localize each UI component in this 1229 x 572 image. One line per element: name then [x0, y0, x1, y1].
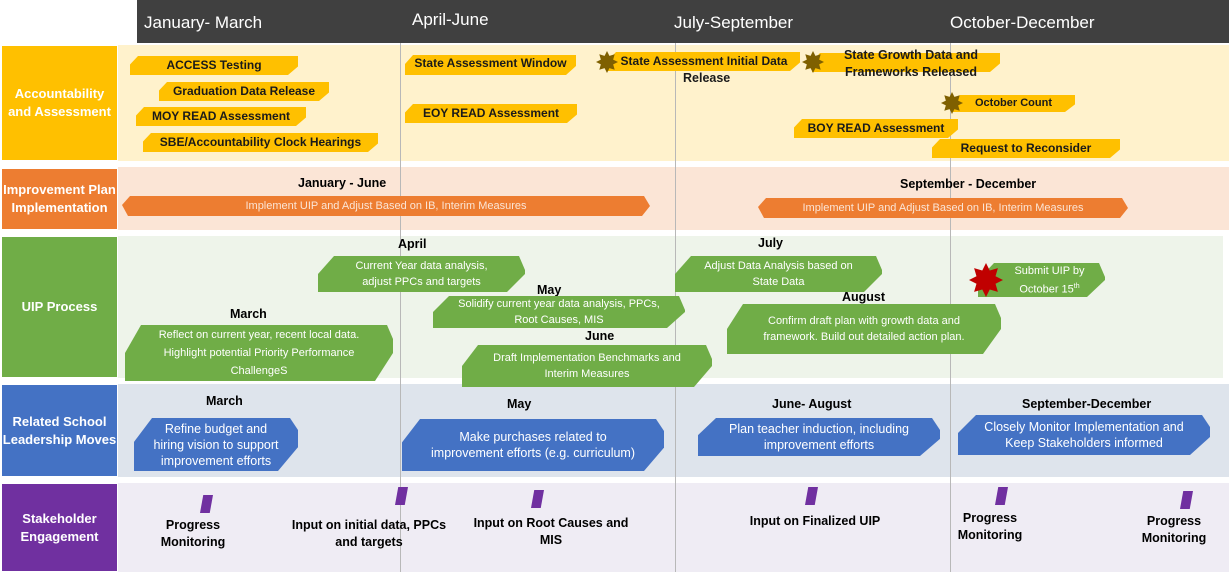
- event-boy-read-assessment: BOY READ Assessment: [794, 119, 958, 138]
- engagement-event: Input on Finalized UIP: [749, 514, 881, 528]
- quarter-label-q3: July-September: [674, 13, 794, 32]
- uip-step: Current Year data analysis, adjust PPCs …: [318, 256, 525, 292]
- implementation-period-title: January - June: [298, 176, 387, 190]
- lane-label-stakeholder: Stakeholder Engagement: [2, 484, 117, 571]
- uip-step: Adjust Data Analysis based on State Data: [675, 256, 882, 292]
- lane-label-leadership: Related School Leadership Moves: [2, 385, 117, 476]
- leadership-period: September-December: [1022, 397, 1152, 411]
- event-state-assessment-initial-data: State Assessment Initial Data: [608, 52, 800, 71]
- event-graduation-data-release: Graduation Data Release: [159, 82, 329, 101]
- quarter-header: January- March April-June July-September…: [137, 0, 1229, 43]
- event-moy-read-assessment: MOY READ Assessment: [136, 107, 306, 126]
- event-state-assessment-window: State Assessment Window: [405, 55, 576, 75]
- event-access-testing: ACCESS Testing: [130, 56, 298, 75]
- leadership-move: Plan teacher induction, including improv…: [698, 418, 940, 456]
- quarter-label-q1: January- March: [144, 13, 263, 32]
- engagement-event: Progress Monitoring: [957, 511, 1023, 542]
- engagement-event: Input on Root Causes and MIS: [473, 516, 629, 547]
- implementation-bar: Implement UIP and Adjust Based on IB, In…: [758, 198, 1128, 218]
- uip-step-month: May: [537, 283, 562, 297]
- event-eoy-read-assessment: EOY READ Assessment: [405, 104, 577, 123]
- lane-label-uip: UIP Process: [2, 237, 117, 377]
- leadership-period: March: [206, 394, 243, 408]
- event-state-growth-data-frameworks: State Growth Data and Frameworks Release…: [843, 48, 979, 79]
- uip-step-month: August: [842, 290, 886, 304]
- uip-step: Solidify current year data analysis, PPC…: [433, 296, 685, 328]
- uip-step-month: April: [398, 237, 427, 251]
- engagement-event: Progress Monitoring: [1141, 514, 1207, 545]
- implementation-period-title: September - December: [900, 177, 1037, 191]
- quarter-label-q2: April-June: [412, 10, 489, 29]
- leadership-move: Closely Monitor Implementation and Keep …: [958, 415, 1210, 455]
- quarter-label-q4: October-December: [950, 13, 1095, 32]
- lane-label-accountability: Accountability and Assessment: [2, 46, 117, 160]
- engagement-event: Progress Monitoring: [160, 518, 226, 549]
- leadership-move: Refine budget and hiring vision to suppo…: [134, 418, 298, 471]
- implementation-bar: Implement UIP and Adjust Based on IB, In…: [122, 196, 650, 216]
- engagement-event: Input on initial data, PPCs and targets: [291, 518, 447, 549]
- leadership-move: Make purchases related to improvement ef…: [402, 419, 664, 471]
- uip-step: Draft Implementation Benchmarks and Inte…: [462, 345, 712, 387]
- uip-step: Reflect on current year, recent local da…: [125, 325, 393, 381]
- uip-step: Confirm draft plan with growth data and …: [727, 304, 1001, 354]
- leadership-period: May: [507, 397, 532, 411]
- uip-step-month: June: [585, 329, 615, 343]
- event-state-assessment-initial-data-release: Release: [683, 71, 731, 85]
- event-request-to-reconsider: Request to Reconsider: [932, 139, 1120, 158]
- submit-uip-line2: October 15th: [1019, 282, 1080, 296]
- leadership-period: June- August: [772, 397, 852, 411]
- lane-label-implementation: Improvement Plan Implementation: [2, 169, 117, 229]
- submit-uip-line1: Submit UIP by: [1014, 264, 1085, 277]
- uip-step-month: July: [758, 236, 784, 250]
- uip-step-month: March: [230, 307, 267, 321]
- event-october-count: October Count: [952, 95, 1075, 112]
- event-sbe-accountability-clock-hearings: SBE/Accountability Clock Hearings: [143, 133, 378, 152]
